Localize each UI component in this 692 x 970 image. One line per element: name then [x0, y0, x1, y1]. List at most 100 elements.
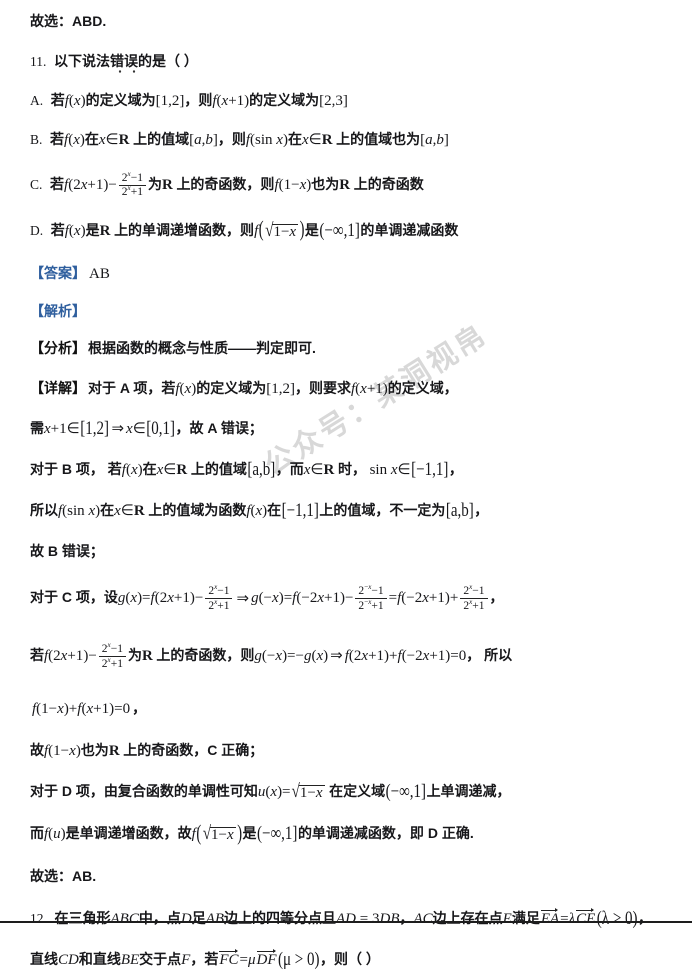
- q12-vector-fc: FC: [219, 948, 239, 968]
- solution-1-interval: [1,2]: [266, 380, 295, 397]
- solution-4-text-e: 上的值域，不一定为: [319, 501, 446, 518]
- q12-vector-ce: CE: [576, 907, 596, 927]
- q12-lambda-condition: (λ > 0): [596, 908, 638, 929]
- option-c-text-3: 上的奇函数，则: [176, 176, 275, 193]
- option-b-text-6: 上的值域也为: [336, 131, 421, 147]
- solution-4-interval: [−1,1]: [281, 500, 319, 521]
- q12-lambda: λ: [568, 910, 576, 927]
- option-a-text-3: ，则: [184, 92, 213, 108]
- option-a-text-1: 若: [50, 92, 65, 108]
- solution-9-text-a: 故: [30, 741, 44, 758]
- question-11-option-d[interactable]: D. 若f(x)是R 上的单调递增函数，则f(√ 1−x)是(−∞,1]的单调递减…: [30, 219, 662, 241]
- q12-eq1: AD = 3DB: [336, 910, 400, 927]
- solution-11-sqrt: √ 1−x: [202, 822, 236, 845]
- q12-l2-text-a: 直线: [30, 950, 58, 967]
- solution-7-text-d: ， 所以: [466, 647, 513, 664]
- solution-3-text-a: 对于 B 项， 若: [30, 460, 122, 477]
- question-11-option-a[interactable]: A. 若f(x)的定义域为[1,2]，则f(x+1)的定义域为[2,3]: [30, 93, 662, 109]
- solution-line-5: 故 B 错误；: [30, 544, 662, 560]
- answer-value: AB: [89, 265, 110, 282]
- solution-7-text-a: 若: [30, 647, 44, 664]
- analysis-row: 【解析】: [30, 304, 662, 320]
- solution-12-text: 故选：AB.: [30, 868, 97, 885]
- q12-text-d: 边上的四等分点且: [224, 909, 337, 926]
- solution-4-text-a: 所以: [30, 501, 58, 518]
- xiangjie-label: 【详解】: [30, 379, 86, 396]
- solution-line-7: 若f(2x+1)− 2x−1 2x+1 为R 上的奇函数，则g(−x)=−g(x…: [30, 640, 513, 671]
- solution-11-text-a: 而: [30, 825, 44, 842]
- option-d-R: R: [99, 222, 111, 239]
- q12-text-h: ，: [638, 909, 653, 926]
- solution-7-fraction: 2x−1 2x+1: [98, 641, 126, 671]
- option-d-text-4: 是: [304, 221, 319, 238]
- option-a-arg: (x): [68, 93, 86, 109]
- q12-vector-ea: EA: [540, 907, 560, 927]
- solution-6-fraction-3: 2x−1 2x+1: [460, 584, 488, 613]
- q12-mu: μ: [247, 951, 256, 968]
- option-b-text-2: 在: [84, 131, 99, 147]
- solution-9-text-b: 也为: [80, 741, 109, 758]
- solution-4-text-b: 在: [100, 501, 115, 518]
- solution-4-text-f: ，: [474, 501, 489, 518]
- option-d-letter: D.: [30, 222, 44, 238]
- question-11-stem-prefix: 以下说法: [54, 52, 110, 69]
- option-c-text-1: 若: [50, 176, 65, 193]
- q12-mu-condition: (μ > 0): [278, 949, 320, 970]
- option-b-text-1: 若: [50, 131, 65, 147]
- solution-4-ab: [a,b]: [445, 500, 474, 521]
- document-page: 公众号：某洞视帛 故选：ABD. 11. 以下说法错误的是（ ） A. 若f(x…: [0, 0, 692, 969]
- question-11-option-b[interactable]: B. 若f(x)在x∈R 上的值域[a,b]，则f(sin x)在x∈R 上的值…: [30, 132, 662, 148]
- solution-3-interval: [−1,1]: [411, 459, 449, 480]
- question-11-stem: 11. 以下说法错误的是（ ）: [30, 52, 662, 73]
- solution-3-text-c: 上的值域: [190, 460, 247, 477]
- solution-10-sqrt: √ 1−x: [291, 780, 325, 802]
- solution-line-2: 需x+1∈[1,2] ⇒ x∈[0,1]，故 A 错误；: [30, 418, 263, 439]
- answer-label: 【答案】: [30, 264, 86, 281]
- solution-3-text-f: ，: [448, 460, 463, 477]
- solution-line-3: 对于 B 项， 若f(x)在x∈R 上的值域[a,b]，而x∈R 时， sin …: [30, 459, 463, 480]
- solution-9-R: R: [108, 742, 120, 759]
- q12-text-g: 满足: [511, 909, 540, 926]
- option-b-text-5: 在: [287, 131, 302, 147]
- solution-6-text-a: 对于 C 项，设: [30, 589, 118, 606]
- solution-10-text-a: 对于 D 项，由复合函数的单调性可知: [30, 782, 258, 799]
- solution-11-interval: (−∞,1]: [257, 823, 298, 844]
- solution-4-text-d: 在: [267, 501, 282, 518]
- question-11-number: 11.: [30, 53, 47, 69]
- option-d-text-5: 的单调递减函数: [360, 221, 459, 238]
- option-a-text-4: 的定义域为: [249, 92, 320, 108]
- q12-equals-1: =: [560, 910, 569, 927]
- page-bottom-rule: [0, 921, 692, 923]
- solution-7-text-c: 上的奇函数，则: [156, 647, 255, 664]
- option-a-text-2: 的定义域为: [85, 92, 156, 108]
- q12-ab: AB: [205, 910, 225, 927]
- solution-6-fraction-1: 2x−1 2x+1: [205, 584, 233, 613]
- solution-line-4: 所以f(sin x)在x∈R 上的值域为函数f(x)在[−1,1]上的值域，不一…: [30, 500, 489, 521]
- solution-6-text-end: ，: [489, 589, 504, 606]
- answer-row: 【答案】 AB: [30, 266, 662, 282]
- solution-10-text-c: 上单调递减，: [426, 782, 511, 799]
- solution-3-text-e: 时，: [337, 460, 366, 477]
- q12-text-e: ，: [399, 909, 414, 926]
- q12-point-e: E: [502, 910, 512, 927]
- q12-be: BE: [120, 951, 140, 968]
- solution-6-fraction-2: 2−x−1 2−x+1: [355, 584, 387, 613]
- option-b-text-4: ，则: [217, 131, 246, 147]
- solution-7-R: R: [141, 648, 153, 665]
- option-c-text-5: 上的奇函数: [353, 176, 424, 193]
- q12-text-c: 足: [191, 909, 206, 926]
- q12-text-f: 边上存在点: [432, 909, 503, 926]
- solution-7-text-b: 为: [127, 647, 142, 664]
- q12-vector-df: DF: [256, 948, 277, 968]
- analysis-label: 【解析】: [30, 302, 86, 319]
- question-12-line-1: 12. 在三角形ABC中，点D足AB边上的四等分点且AD = 3DB，AC边上存…: [30, 907, 662, 929]
- solution-line-6: 对于 C 项，设g(x)=f(2x+1)− 2x−1 2x+1 ⇒ g(−x)=f…: [30, 583, 504, 613]
- option-a-interval-1: [1,2]: [155, 93, 185, 109]
- q12-l2-text-c: 交于点: [139, 950, 182, 967]
- question-11-option-c[interactable]: C. 若f(2x+1)− 2x−1 2x+1 为R 上的奇函数，则f(1−x)也…: [30, 170, 662, 200]
- q12-text-b: 中，点: [138, 909, 181, 926]
- option-d-text-2: 是: [85, 221, 100, 238]
- solution-5-text: 故 B 错误；: [30, 542, 104, 559]
- option-b-R: R: [118, 132, 130, 148]
- solution-3-text-b: 在: [142, 460, 157, 477]
